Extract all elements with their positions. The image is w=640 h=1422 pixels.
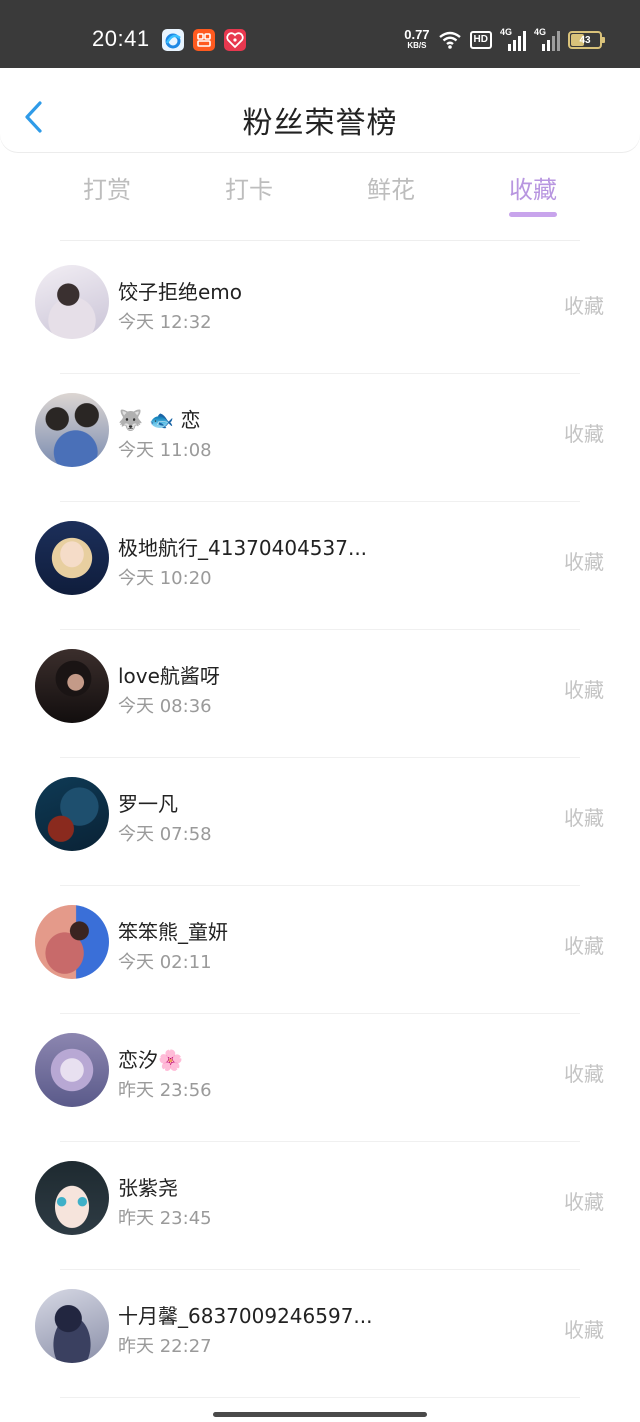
divider [60, 240, 580, 241]
tab-flowers[interactable]: 鲜花 [351, 170, 431, 205]
list-item[interactable]: 笨笨熊_童妍 今天 02:11 收藏 [0, 886, 640, 1014]
avatar [35, 1033, 109, 1107]
action-label: 收藏 [564, 1062, 604, 1086]
fan-name: 🐺 🐟 恋 [118, 408, 201, 432]
browser-app-icon [162, 29, 184, 51]
fan-time: 今天 12:32 [118, 312, 212, 333]
list-item[interactable]: 十月馨_6837009246597... 昨天 22:27 收藏 [0, 1270, 640, 1398]
tab-reward[interactable]: 打赏 [67, 170, 147, 205]
signal-icon: 4G [534, 27, 560, 51]
fan-name: 恋汐🌸 [118, 1048, 183, 1072]
fan-name: 饺子拒绝emo [118, 280, 243, 304]
action-label: 收藏 [564, 678, 604, 702]
avatar [35, 393, 109, 467]
list-item[interactable]: 罗一凡 今天 07:58 收藏 [0, 758, 640, 886]
fan-name: 笨笨熊_童妍 [118, 920, 228, 944]
avatar [35, 1161, 109, 1235]
heart-app-icon [224, 29, 246, 51]
status-time: 20:41 [92, 26, 150, 51]
avatar [35, 649, 109, 723]
tab-favorites[interactable]: 收藏 [493, 170, 573, 205]
action-label: 收藏 [564, 422, 604, 446]
fan-time: 今天 07:58 [118, 824, 212, 845]
action-label: 收藏 [564, 1318, 604, 1342]
page-title: 粉丝荣誉榜 [242, 106, 398, 141]
network-speed: 0.77 KB/S [404, 27, 430, 50]
avatar [35, 521, 109, 595]
active-tab-indicator [509, 212, 557, 217]
avatar [35, 905, 109, 979]
fan-time: 昨天 23:45 [118, 1208, 212, 1229]
tab-checkin[interactable]: 打卡 [209, 170, 289, 205]
fan-name: love航酱呀 [118, 664, 220, 688]
fan-time: 昨天 23:56 [118, 1080, 212, 1101]
wifi-icon [438, 31, 461, 49]
action-label: 收藏 [564, 806, 604, 830]
fan-name: 罗一凡 [118, 792, 178, 816]
list-item[interactable]: 恋汐🌸 昨天 23:56 收藏 [0, 1014, 640, 1142]
signal-icon: 4G [500, 27, 526, 51]
list-item[interactable]: love航酱呀 今天 08:36 收藏 [0, 630, 640, 758]
avatar [35, 777, 109, 851]
list-item[interactable]: 饺子拒绝emo 今天 12:32 收藏 [0, 246, 640, 374]
status-bar: 20:41 0.77 KB/S HD 4G 4G 43 [0, 0, 640, 68]
action-label: 收藏 [564, 294, 604, 318]
action-label: 收藏 [564, 1190, 604, 1214]
taobao-app-icon [193, 29, 215, 51]
fan-list: 饺子拒绝emo 今天 12:32 收藏 🐺 🐟 恋 今天 11:08 收藏 极地… [0, 246, 640, 1398]
fan-time: 昨天 22:27 [118, 1336, 212, 1357]
fan-time: 今天 11:08 [118, 440, 212, 461]
home-indicator[interactable] [213, 1412, 427, 1417]
list-item[interactable]: 张紫尧 昨天 23:45 收藏 [0, 1142, 640, 1270]
action-label: 收藏 [564, 934, 604, 958]
list-item[interactable]: 极地航行_41370404537... 今天 10:20 收藏 [0, 502, 640, 630]
avatar [35, 265, 109, 339]
fan-time: 今天 02:11 [118, 952, 212, 973]
battery-icon: 43 [568, 31, 605, 49]
fan-time: 今天 08:36 [118, 696, 212, 717]
app-header: 粉丝荣誉榜 [0, 68, 640, 152]
action-label: 收藏 [564, 550, 604, 574]
hd-voice-badge: HD [469, 31, 492, 49]
fan-name: 十月馨_6837009246597... [118, 1304, 373, 1328]
list-item[interactable]: 🐺 🐟 恋 今天 11:08 收藏 [0, 374, 640, 502]
tab-bar: 打赏 打卡 鲜花 收藏 [0, 160, 640, 220]
avatar [35, 1289, 109, 1363]
fan-time: 今天 10:20 [118, 568, 212, 589]
fan-name: 极地航行_41370404537... [118, 536, 368, 560]
fan-name: 张紫尧 [118, 1176, 178, 1200]
